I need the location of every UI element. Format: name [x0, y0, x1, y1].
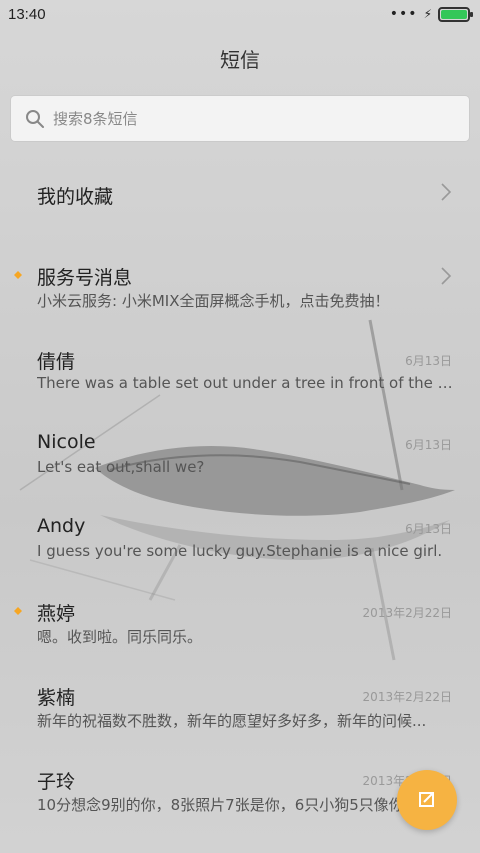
list-item[interactable]: Andy 6月13日 I guess you're some lucky guy…: [0, 486, 480, 570]
unread-dot-icon: [14, 271, 22, 279]
status-bar: 13:40 ••• ⚡: [0, 0, 480, 28]
conversation-time: 2013年2月22日: [362, 606, 452, 620]
battery-icon: [438, 6, 473, 22]
header: 短信: [0, 28, 480, 88]
conversation-preview: 10分想念9别的你，8张照片7张是你，6只小狗5只像你...: [37, 796, 419, 814]
conversation-name: Nicole: [37, 431, 96, 453]
search-placeholder: 搜索8条短信: [53, 110, 138, 128]
conversation-name: 子玲: [37, 771, 76, 793]
compose-button[interactable]: [397, 770, 457, 830]
conversation-preview: 小米云服务: 小米MIX全面屏概念手机，点击免费抽！: [37, 292, 390, 310]
favorites-row[interactable]: 我的收藏: [0, 150, 480, 234]
conversation-time: 6月13日: [405, 354, 452, 368]
conversation-preview: There was a table set out under a tree i…: [37, 374, 453, 392]
signal-dots-icon: •••: [389, 6, 418, 22]
conversation-preview: Let's eat out,shall we?: [37, 458, 205, 476]
list-item[interactable]: 倩倩 6月13日 There was a table set out under…: [0, 318, 480, 402]
list-item[interactable]: 紫楠 2013年2月22日 新年的祝福数不胜数，新年的愿望好多好多，新年的问候.…: [0, 654, 480, 738]
chevron-right-icon: [441, 267, 452, 285]
conversation-preview: I guess you're some lucky guy.Stephanie …: [37, 542, 443, 560]
list-item[interactable]: 燕婷 2013年2月22日 嗯。收到啦。同乐同乐。: [0, 570, 480, 654]
unread-dot-icon: [14, 607, 22, 615]
conversation-list: 我的收藏 服务号消息 小米云服务: 小米MIX全面屏概念手机，点击免费抽！ 倩倩…: [0, 150, 480, 822]
list-item[interactable]: 服务号消息 小米云服务: 小米MIX全面屏概念手机，点击免费抽！: [0, 234, 480, 318]
status-icons: ••• ⚡: [389, 6, 473, 22]
conversation-time: 2013年2月22日: [362, 690, 452, 704]
chevron-right-icon: [441, 183, 452, 201]
page-title: 短信: [220, 47, 260, 72]
battery-fill: [441, 9, 467, 19]
list-item[interactable]: Nicole 6月13日 Let's eat out,shall we?: [0, 402, 480, 486]
search-input[interactable]: 搜索8条短信: [11, 96, 469, 141]
conversation-preview: 嗯。收到啦。同乐同乐。: [37, 628, 203, 646]
conversation-name: 倩倩: [37, 351, 76, 373]
charging-icon: ⚡: [423, 7, 432, 21]
search-icon: [26, 109, 44, 128]
status-time: 13:40: [8, 5, 46, 23]
conversation-time: 6月13日: [405, 438, 452, 452]
conversation-time: 6月13日: [405, 522, 452, 536]
favorites-label: 我的收藏: [37, 186, 114, 208]
conversation-name: 燕婷: [37, 603, 76, 625]
conversation-name: 紫楠: [37, 687, 76, 709]
compose-icon: [419, 792, 434, 807]
conversation-name: Andy: [37, 515, 86, 537]
conversation-name: 服务号消息: [37, 267, 133, 289]
conversation-preview: 新年的祝福数不胜数，新年的愿望好多好多，新年的问候...: [37, 712, 427, 730]
